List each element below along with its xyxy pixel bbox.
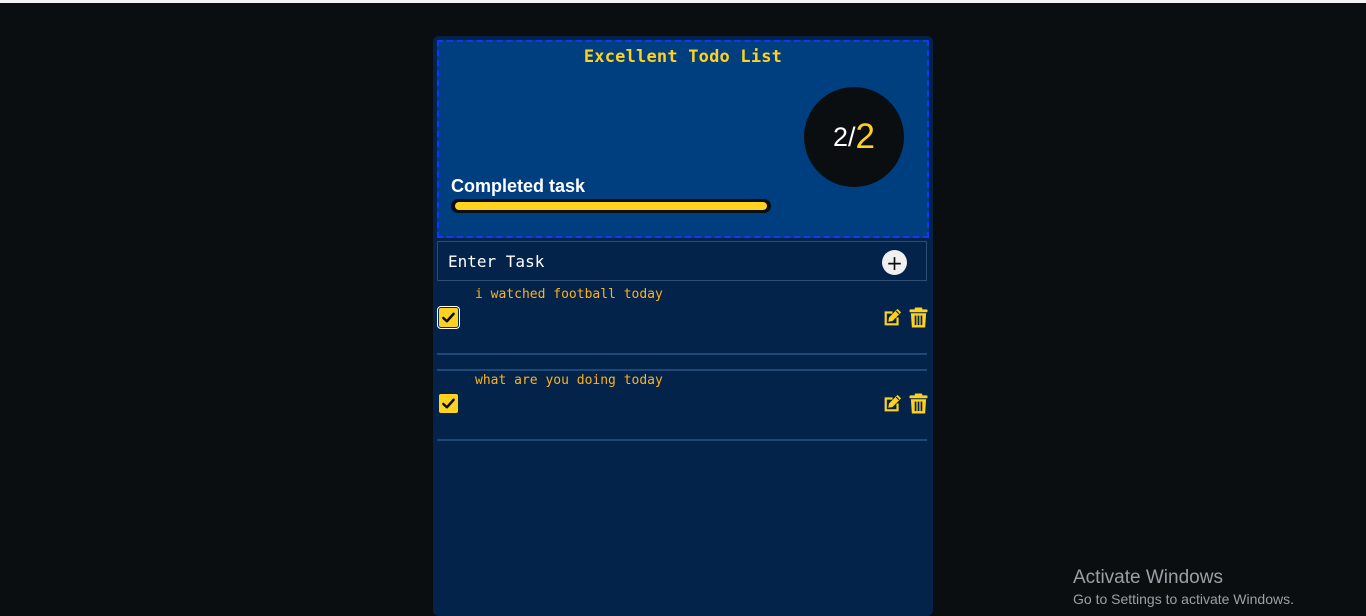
activate-subtitle: Go to Settings to activate Windows. (1073, 591, 1294, 607)
todo-app: Excellent Todo List Completed task 2/2 +… (433, 36, 933, 616)
plus-icon: + (886, 250, 903, 275)
activate-title: Activate Windows (1073, 567, 1223, 588)
progress-fill (455, 202, 767, 210)
trash-icon[interactable] (909, 307, 928, 328)
trash-icon[interactable] (909, 393, 928, 414)
app-title: Excellent Todo List (583, 47, 783, 67)
total-count: 2 (855, 117, 875, 156)
summary-header: Excellent Todo List Completed task 2/2 (437, 40, 929, 238)
edit-icon[interactable] (882, 307, 903, 328)
edit-icon[interactable] (882, 393, 903, 414)
task-checkbox[interactable] (437, 306, 460, 329)
add-task-button[interactable]: + (882, 250, 907, 275)
task-counter: 2/2 (804, 87, 904, 187)
windows-activation-watermark: Activate Windows Go to Settings to activ… (1073, 567, 1294, 607)
task-text: i watched football today (475, 287, 663, 302)
task-item: what are you doing today (437, 369, 928, 441)
completed-count: 2 (832, 121, 849, 152)
task-input[interactable] (438, 242, 858, 280)
completed-task-label: Completed task (451, 176, 586, 196)
browser-top-edge (0, 0, 1366, 3)
checkmark-icon (442, 398, 455, 409)
completion-progress-bar (451, 199, 771, 213)
task-item: i watched football today (437, 283, 928, 355)
counter-slash: / (848, 121, 856, 152)
task-checkbox[interactable] (439, 394, 458, 413)
task-input-row: + (437, 241, 927, 281)
task-text: what are you doing today (475, 373, 663, 388)
checkmark-icon (442, 312, 455, 323)
